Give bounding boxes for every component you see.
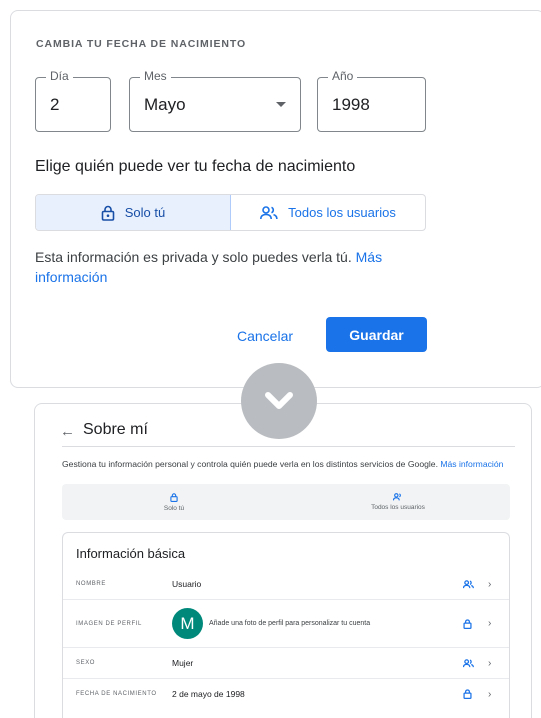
avatar[interactable]: M: [172, 608, 203, 639]
chevron-right-icon: ›: [488, 688, 492, 700]
chevron-right-icon: ›: [488, 578, 492, 590]
day-field-value[interactable]: 2: [50, 95, 59, 115]
row-value: Añade una foto de perfil para personaliz…: [209, 620, 371, 627]
row-value: 2 de mayo de 1998: [172, 689, 245, 699]
divider: [62, 446, 515, 447]
row-label: FECHA DE NACIMIENTO: [76, 691, 157, 697]
row-label: NOMBRE: [76, 581, 106, 587]
lock-icon: [463, 689, 472, 699]
basic-info-card: Información básica NOMBRE Usuario › IMAG…: [62, 532, 510, 718]
day-field-label: Día: [46, 69, 73, 83]
visibility-only-you-button[interactable]: Solo tú: [36, 195, 231, 230]
down-arrow-indicator: [241, 363, 317, 439]
day-field[interactable]: Día 2: [35, 69, 111, 132]
privacy-info: Esta información es privada y solo puede…: [35, 247, 435, 287]
page-more-info-link[interactable]: Más información: [440, 459, 503, 469]
month-select[interactable]: Mes Mayo: [129, 69, 301, 132]
people-icon: [463, 658, 474, 667]
info-row-profile-picture[interactable]: IMAGEN DE PERFIL M Añade una foto de per…: [63, 600, 509, 647]
visibility-heading: Elige quién puede ver tu fecha de nacimi…: [35, 158, 356, 175]
visibility-all-users-label: Todos los usuarios: [288, 205, 396, 220]
month-select-label: Mes: [140, 69, 171, 83]
lock-icon: [101, 205, 115, 221]
visibility-toggle: Solo tú Todos los usuarios: [35, 194, 426, 231]
about-me-page: ← Sobre mí Gestiona tu información perso…: [34, 403, 532, 718]
chevron-right-icon: ›: [488, 657, 492, 669]
row-label: IMAGEN DE PERFIL: [76, 620, 142, 627]
legend-all-users-label: Todos los usuarios: [371, 504, 425, 511]
cancel-button[interactable]: Cancelar: [224, 319, 306, 353]
month-select-value[interactable]: Mayo: [144, 95, 186, 115]
year-field[interactable]: Año 1998: [317, 69, 426, 132]
visibility-all-users-button[interactable]: Todos los usuarios: [231, 195, 425, 230]
row-value: Usuario: [172, 579, 202, 589]
chevron-right-icon: ›: [488, 618, 492, 629]
birthday-dialog: CAMBIA TU FECHA DE NACIMIENTO Día 2 Mes …: [10, 10, 541, 388]
legend-only-you: Solo tú: [62, 484, 286, 520]
basic-info-title: Información básica: [76, 546, 186, 561]
page-description: Gestiona tu información personal y contr…: [62, 459, 532, 469]
lock-icon: [463, 618, 472, 629]
info-row-birthday[interactable]: FECHA DE NACIMIENTO 2 de mayo de 1998 ›: [63, 679, 509, 709]
row-label: SEXO: [76, 660, 96, 666]
save-button[interactable]: Guardar: [326, 317, 427, 352]
people-icon: [260, 205, 278, 219]
legend-only-you-label: Solo tú: [163, 504, 185, 512]
arrow-back-icon[interactable]: ←: [60, 423, 75, 440]
visibility-only-you-label: Solo tú: [124, 205, 166, 220]
row-value: Mujer: [172, 658, 194, 668]
info-row-gender[interactable]: SEXO Mujer ›: [63, 648, 509, 678]
lock-icon: [170, 492, 178, 502]
page-title: Sobre mí: [83, 421, 148, 438]
page-description-text: Gestiona tu información personal y contr…: [62, 459, 438, 469]
chevron-down-icon: [265, 392, 293, 409]
dialog-title: CAMBIA TU FECHA DE NACIMIENTO: [36, 38, 247, 50]
privacy-info-text: Esta información es privada y solo puede…: [35, 249, 352, 265]
chevron-down-icon[interactable]: [276, 102, 286, 107]
year-field-label: Año: [328, 69, 358, 83]
people-icon: [393, 493, 401, 501]
legend-all-users: Todos los usuarios: [286, 484, 510, 520]
year-field-value[interactable]: 1998: [332, 95, 370, 115]
info-row-name[interactable]: NOMBRE Usuario ›: [63, 569, 509, 599]
people-icon: [463, 579, 474, 588]
visibility-legend: Solo tú Todos los usuarios: [62, 484, 510, 520]
